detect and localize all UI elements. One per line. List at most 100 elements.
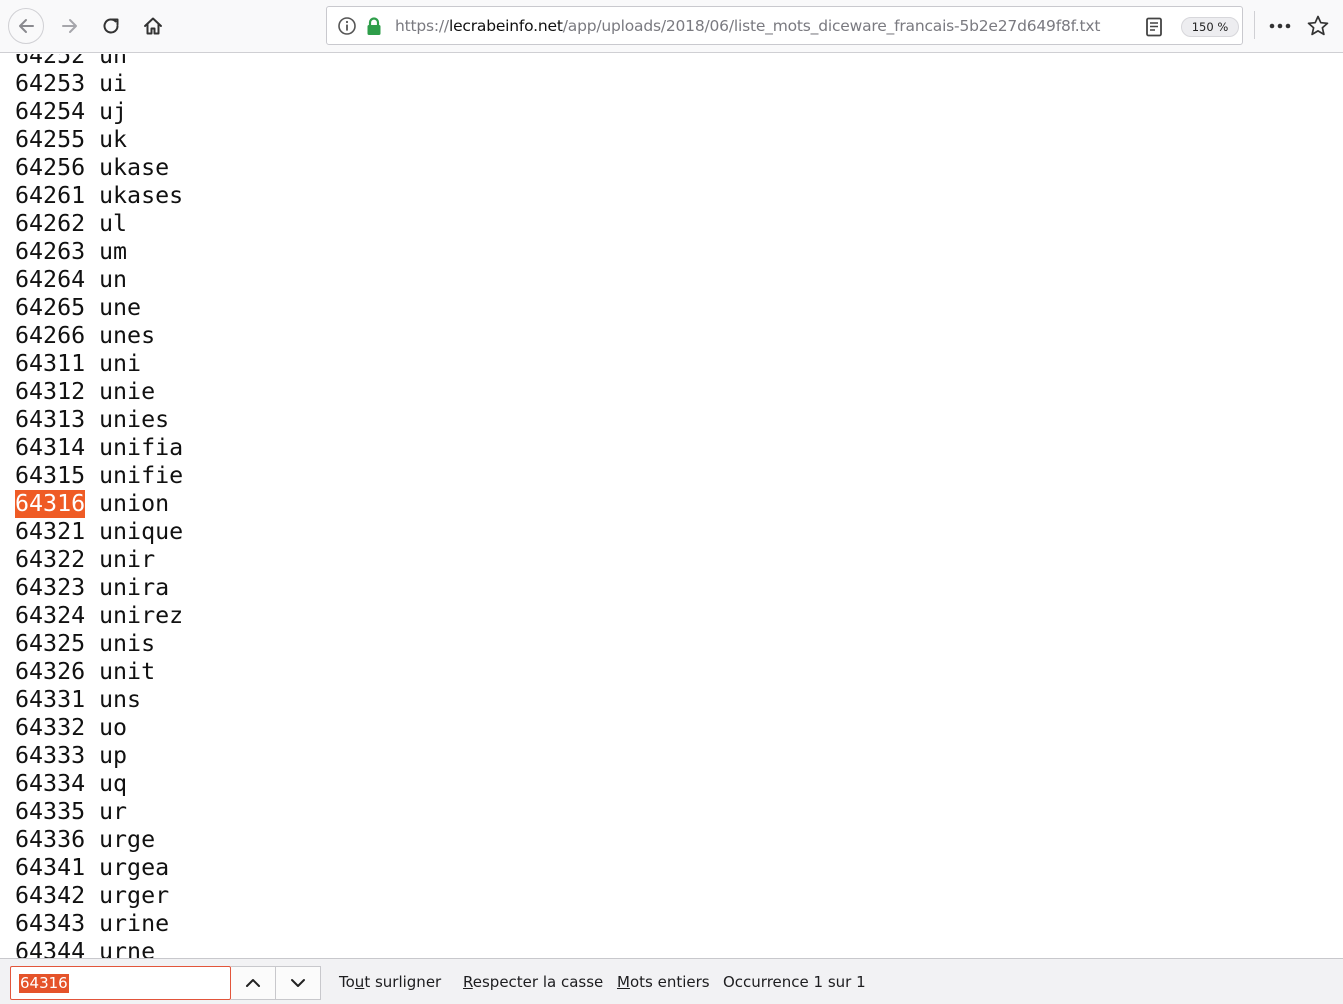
list-item: 64256 ukase: [15, 154, 183, 182]
bookmark-star-icon[interactable]: [1306, 14, 1330, 38]
list-item: 64316 union: [15, 490, 183, 518]
zoom-indicator[interactable]: 150 %: [1181, 17, 1239, 37]
list-item: 64325 unis: [15, 630, 183, 658]
page-actions-menu-icon[interactable]: [1266, 14, 1294, 38]
whole-words-toggle[interactable]: Mots entiers: [617, 970, 710, 994]
dice-word: un: [99, 266, 128, 293]
url-bar[interactable]: https://lecrabeinfo.net/app/uploads/2018…: [326, 6, 1243, 45]
dice-word: ukase: [99, 154, 170, 181]
list-item: 64334 uq: [15, 770, 183, 798]
lock-icon[interactable]: [365, 16, 383, 36]
dice-word: unir: [99, 546, 156, 573]
diceware-list: 64252 un 64253 ui 64254 uj 64255 uk 64256 ukase 64…: [15, 54, 183, 958]
dice-word: um: [99, 238, 128, 265]
list-item: 64322 unir: [15, 546, 183, 574]
list-item: 64332 uo: [15, 714, 183, 742]
list-item: 64253 ui: [15, 70, 183, 98]
list-item: 64261 ukases: [15, 182, 183, 210]
list-item: 64335 ur: [15, 798, 183, 826]
reload-icon: [103, 18, 119, 34]
list-item: 64331 uns: [15, 686, 183, 714]
reader-view-icon[interactable]: [1143, 16, 1165, 38]
dice-code: 64341: [15, 854, 86, 881]
dice-code: 64265: [15, 294, 86, 321]
list-item: 64311 uni: [15, 350, 183, 378]
highlight-all-label-a: To: [339, 973, 355, 991]
dice-code: 64336: [15, 826, 86, 853]
home-icon: [144, 17, 162, 35]
dice-code: 64261: [15, 182, 86, 209]
list-item: 64315 unifie: [15, 462, 183, 490]
dice-code: 64322: [15, 546, 86, 573]
list-item: 64321 unique: [15, 518, 183, 546]
find-bar: 64316 Tout surligner Respecter la casse …: [0, 958, 1343, 1004]
dice-word: ui: [99, 70, 128, 97]
match-case-label-b: especter la casse: [472, 973, 604, 991]
match-case-mnemonic: R: [463, 973, 473, 991]
forward-button[interactable]: [52, 8, 88, 44]
dice-word: uo: [99, 714, 128, 741]
list-item: 64342 urger: [15, 882, 183, 910]
dice-word: urgea: [99, 854, 170, 881]
dice-code: 64331: [15, 686, 86, 713]
list-item: 64313 unies: [15, 406, 183, 434]
list-item: 64252 un: [15, 54, 183, 70]
dice-word: urge: [99, 826, 156, 853]
list-item: 64255 uk: [15, 126, 183, 154]
dice-word: unis: [99, 630, 156, 657]
text-document: 64252 un 64253 ui 64254 uj 64255 uk 64256 ukase 64…: [0, 54, 1343, 958]
home-button[interactable]: [135, 8, 171, 44]
dice-code: 64335: [15, 798, 86, 825]
dice-word: unifia: [99, 434, 184, 461]
dice-word: une: [99, 294, 142, 321]
dice-word: up: [99, 742, 128, 769]
list-item: 64324 unirez: [15, 602, 183, 630]
dice-code: 64313: [15, 406, 86, 433]
reload-button[interactable]: [93, 8, 129, 44]
arrow-right-icon: [62, 19, 77, 33]
url-text[interactable]: https://lecrabeinfo.net/app/uploads/2018…: [395, 16, 1100, 36]
list-item: 64326 unit: [15, 658, 183, 686]
back-button[interactable]: [8, 8, 44, 44]
highlight-all-label-b: t surligner: [364, 973, 442, 991]
dice-code: 64266: [15, 322, 86, 349]
dice-word: urine: [99, 910, 170, 937]
dice-word: uq: [99, 770, 128, 797]
dice-code: 64325: [15, 630, 86, 657]
find-input[interactable]: 64316: [10, 966, 231, 1000]
dice-word: uns: [99, 686, 142, 713]
list-item: 64254 uj: [15, 98, 183, 126]
list-item: 64264 un: [15, 266, 183, 294]
toolbar-divider: [1254, 11, 1255, 39]
list-item: 64336 urge: [15, 826, 183, 854]
whole-words-mnemonic: M: [617, 973, 630, 991]
dice-code: 64326: [15, 658, 86, 685]
dice-code: 64344: [15, 938, 86, 958]
url-path: /app/uploads/2018/06/liste_mots_diceware…: [562, 17, 1101, 35]
list-item: 64262 ul: [15, 210, 183, 238]
dice-word: uj: [99, 98, 128, 125]
info-icon[interactable]: [337, 16, 357, 36]
find-previous-button[interactable]: [231, 966, 276, 1000]
highlight-all-toggle[interactable]: Tout surligner: [339, 970, 441, 994]
url-prefix: https://: [395, 17, 449, 35]
dice-word: unes: [99, 322, 156, 349]
match-case-toggle[interactable]: Respecter la casse: [463, 970, 603, 994]
dice-code: 64321: [15, 518, 86, 545]
chevron-up-icon: [246, 979, 260, 987]
dice-word: unique: [99, 518, 184, 545]
dice-code: 64311: [15, 350, 86, 377]
list-item: 64314 unifia: [15, 434, 183, 462]
dice-word: union: [99, 490, 170, 517]
dice-word: uk: [99, 126, 128, 153]
browser-toolbar: https://lecrabeinfo.net/app/uploads/2018…: [0, 0, 1343, 53]
list-item: 64266 unes: [15, 322, 183, 350]
find-match-highlight: 64316: [15, 490, 86, 518]
list-item: 64312 unie: [15, 378, 183, 406]
dice-code: 64314: [15, 434, 86, 461]
dice-code: 64263: [15, 238, 86, 265]
dice-code: 64343: [15, 910, 86, 937]
dice-code: 64334: [15, 770, 86, 797]
find-next-button[interactable]: [276, 966, 321, 1000]
dice-code: 64252: [15, 54, 86, 69]
